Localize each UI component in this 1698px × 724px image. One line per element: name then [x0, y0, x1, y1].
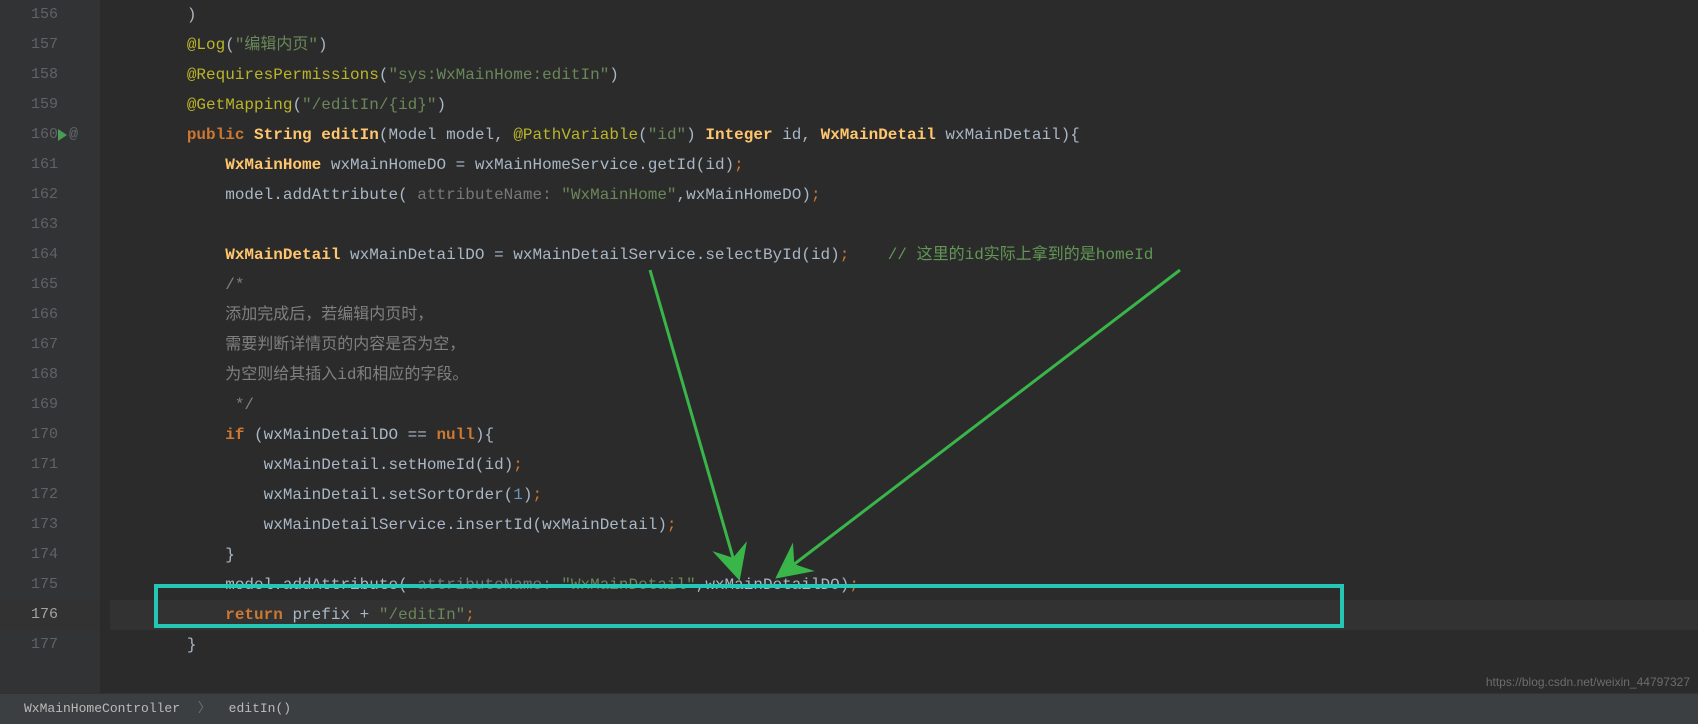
line-number: 175 — [0, 570, 100, 600]
code-area[interactable]: ) @Log("编辑内页") @RequiresPermissions("sys… — [100, 0, 1698, 693]
line-number: 165 — [0, 270, 100, 300]
breadcrumb-item[interactable]: WxMainHomeController — [24, 694, 180, 724]
string-literal: "sys:WxMainHome:editIn" — [388, 66, 609, 84]
line-number: 169 — [0, 390, 100, 420]
annotation: @GetMapping — [187, 96, 293, 114]
field: wxMainHomeService — [475, 156, 638, 174]
code-token: ) — [187, 6, 197, 24]
brace: } — [187, 636, 197, 654]
variable: wxMainDetail — [264, 486, 379, 504]
watermark-text: https://blog.csdn.net/weixin_44797327 — [1486, 675, 1690, 689]
method-call: insertId — [456, 516, 533, 534]
method-call: getId — [648, 156, 696, 174]
line-number: 177 — [0, 630, 100, 660]
line-number: 158 — [0, 60, 100, 90]
type: WxMainDetail — [225, 246, 340, 264]
block-comment: 添加完成后，若编辑内页时， — [225, 306, 433, 324]
block-comment: 需要判断详情页的内容是否为空， — [225, 336, 465, 354]
line-number: 163 — [0, 210, 100, 240]
line-number: 156 — [0, 0, 100, 30]
keyword: return — [225, 606, 283, 624]
type: String — [254, 126, 312, 144]
variable: wxMainHomeDO — [686, 186, 801, 204]
line-comment: // 这里的id实际上拿到的是homeId — [888, 246, 1154, 264]
line-number: 159 — [0, 90, 100, 120]
method-call: selectById — [705, 246, 801, 264]
block-comment: 为空则给其插入id和相应的字段。 — [225, 366, 468, 384]
annotation: @RequiresPermissions — [187, 66, 379, 84]
variable: wxMainDetailDO — [264, 426, 398, 444]
param: wxMainDetail — [945, 126, 1060, 144]
line-number: 161 — [0, 150, 100, 180]
block-comment: /* — [225, 276, 244, 294]
parameter-hint: attributeName: — [417, 186, 551, 204]
line-number: 170 — [0, 420, 100, 450]
line-number: 164 — [0, 240, 100, 270]
number-literal: 1 — [513, 486, 523, 504]
field: wxMainDetailService — [264, 516, 446, 534]
variable: wxMainDetail — [542, 516, 657, 534]
type: Model — [388, 126, 436, 144]
variable: prefix — [292, 606, 350, 624]
variable: wxMainDetailDO — [350, 246, 484, 264]
variable: model — [225, 186, 273, 204]
keyword: if — [225, 426, 244, 444]
line-number: 167 — [0, 330, 100, 360]
variable: id — [484, 456, 503, 474]
keyword: null — [436, 426, 474, 444]
variable: model — [225, 576, 273, 594]
string-literal: "编辑内页" — [235, 36, 318, 54]
brace: } — [225, 546, 235, 564]
method-call: setHomeId — [388, 456, 474, 474]
type: WxMainDetail — [821, 126, 936, 144]
block-comment: */ — [225, 396, 254, 414]
variable: wxMainDetail — [264, 456, 379, 474]
param: model — [446, 126, 494, 144]
breadcrumb-separator-icon: 〉 — [198, 701, 211, 716]
type: WxMainHome — [225, 156, 321, 174]
code-editor[interactable]: 156 157 158 159 160 @ 161 162 163 164 16… — [0, 0, 1698, 693]
method-call: addAttribute — [283, 186, 398, 204]
line-number: 157 — [0, 30, 100, 60]
string-literal: "id" — [648, 126, 686, 144]
line-number: 174 — [0, 540, 100, 570]
variable: id — [811, 246, 830, 264]
line-number: 172 — [0, 480, 100, 510]
parameter-hint: attributeName: — [417, 576, 551, 594]
keyword: public — [187, 126, 245, 144]
breadcrumb-bar[interactable]: WxMainHomeController 〉 editIn() — [0, 693, 1698, 724]
line-number: 168 — [0, 360, 100, 390]
annotation: @Log — [187, 36, 225, 54]
line-number: 166 — [0, 300, 100, 330]
string-literal: "WxMainHome" — [561, 186, 676, 204]
line-number-gutter: 156 157 158 159 160 @ 161 162 163 164 16… — [0, 0, 100, 693]
line-number: 160 @ — [0, 120, 100, 150]
string-literal: "WxMainDetail" — [561, 576, 695, 594]
method-name: editIn — [321, 126, 379, 144]
variable: wxMainHomeDO — [331, 156, 446, 174]
variable: wxMainDetailDO — [705, 576, 839, 594]
string-literal: "/editIn" — [379, 606, 465, 624]
variable: id — [705, 156, 724, 174]
annotation-gutter-icon: @ — [69, 120, 78, 150]
line-number: 176 💡 — [0, 600, 100, 630]
param: id — [782, 126, 801, 144]
method-call: addAttribute — [283, 576, 398, 594]
string-literal: "/editIn/{id}" — [302, 96, 436, 114]
line-number: 171 — [0, 450, 100, 480]
line-number: 162 — [0, 180, 100, 210]
method-call: setSortOrder — [388, 486, 503, 504]
type: Integer — [705, 126, 772, 144]
field: wxMainDetailService — [513, 246, 695, 264]
line-number: 173 — [0, 510, 100, 540]
breadcrumb-item[interactable]: editIn() — [229, 694, 291, 724]
run-gutter-icon[interactable] — [58, 129, 67, 141]
annotation: @PathVariable — [513, 126, 638, 144]
